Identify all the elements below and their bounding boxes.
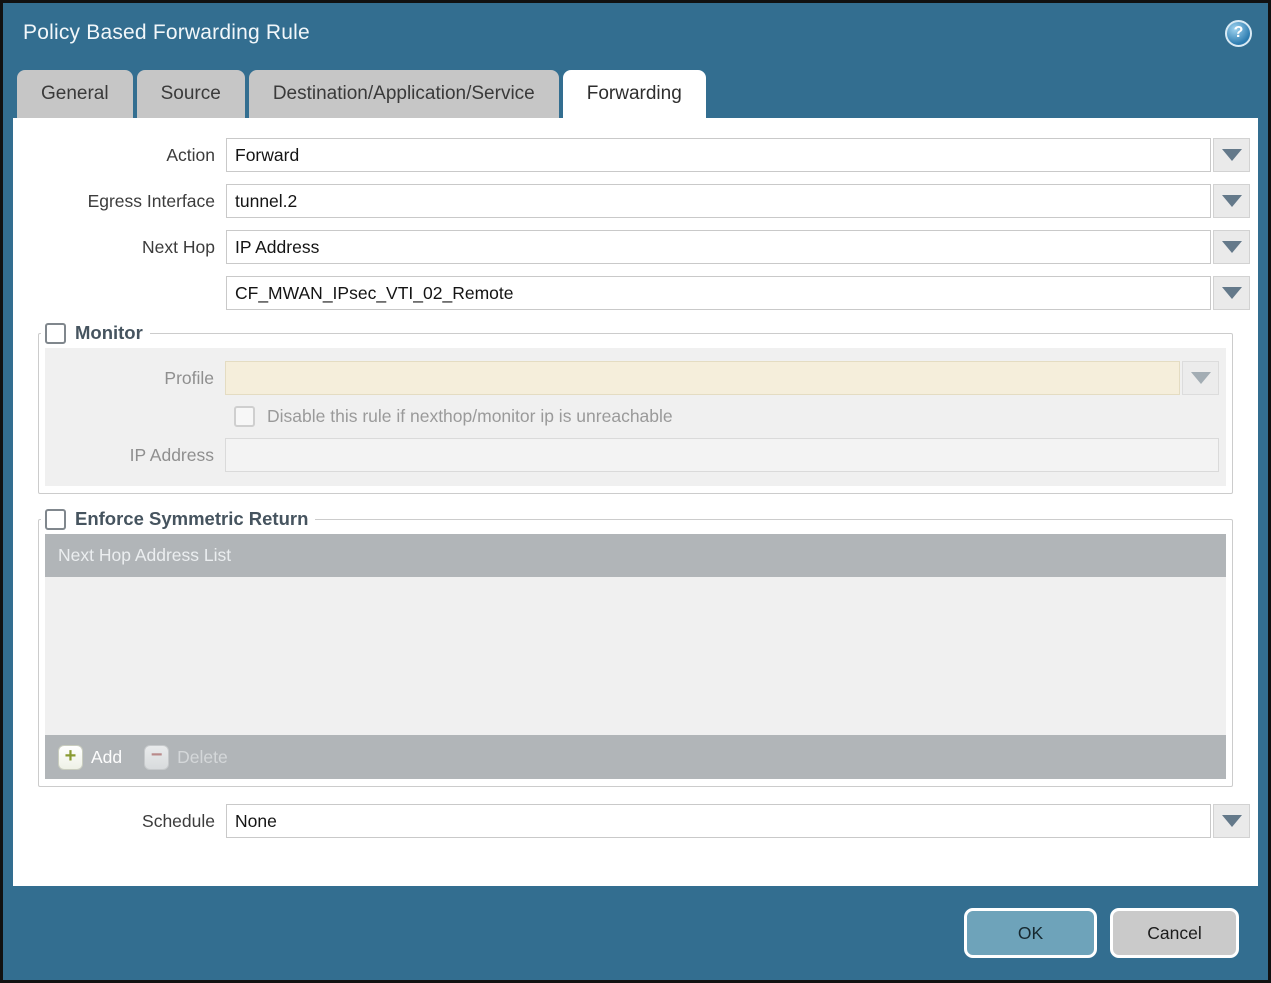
- monitor-ip-address-row: IP Address: [45, 438, 1226, 472]
- action-input[interactable]: [226, 138, 1211, 172]
- next-hop-address-row: [13, 276, 1250, 310]
- disable-rule-label: Disable this rule if nexthop/monitor ip …: [267, 406, 673, 427]
- profile-row: Profile: [45, 361, 1226, 395]
- schedule-label: Schedule: [13, 811, 226, 832]
- add-button[interactable]: + Add: [58, 745, 122, 770]
- next-hop-address-dropdown-button[interactable]: [1213, 276, 1250, 310]
- dialog-title: Policy Based Forwarding Rule: [23, 21, 1225, 45]
- egress-interface-input[interactable]: [226, 184, 1211, 218]
- chevron-down-icon: [1222, 149, 1242, 161]
- help-icon[interactable]: ?: [1225, 20, 1252, 47]
- tab-general[interactable]: General: [17, 70, 133, 118]
- next-hop-address-table: Next Hop Address List + Add − Delete: [45, 534, 1226, 779]
- profile-input: [225, 361, 1180, 395]
- next-hop-label: Next Hop: [13, 237, 226, 258]
- action-dropdown-button[interactable]: [1213, 138, 1250, 172]
- minus-icon: −: [144, 745, 169, 770]
- schedule-row: Schedule: [13, 804, 1250, 838]
- enforce-symmetric-return-fieldset: Enforce Symmetric Return Next Hop Addres…: [38, 508, 1233, 787]
- schedule-dropdown-button[interactable]: [1213, 804, 1250, 838]
- monitor-fieldset: Monitor Profile Disable this rule i: [38, 322, 1233, 494]
- monitor-panel: Profile Disable this rule if nexthop/mon…: [45, 348, 1226, 486]
- tabbar: General Source Destination/Application/S…: [3, 63, 1268, 118]
- action-label: Action: [13, 145, 226, 166]
- dialog-footer: OK Cancel: [3, 886, 1268, 980]
- chevron-down-icon: [1222, 287, 1242, 299]
- monitor-label: Monitor: [75, 322, 143, 344]
- disable-rule-checkbox: [234, 406, 255, 427]
- disable-rule-row: Disable this rule if nexthop/monitor ip …: [45, 406, 1226, 427]
- egress-interface-dropdown-button[interactable]: [1213, 184, 1250, 218]
- tab-destination-application-service[interactable]: Destination/Application/Service: [249, 70, 559, 118]
- monitor-legend: Monitor: [41, 322, 150, 344]
- tab-forwarding[interactable]: Forwarding: [563, 70, 706, 118]
- next-hop-address-table-body[interactable]: [45, 577, 1226, 735]
- egress-interface-row: Egress Interface: [13, 184, 1250, 218]
- delete-button: − Delete: [144, 745, 228, 770]
- monitor-checkbox[interactable]: [45, 323, 66, 344]
- next-hop-address-table-header: Next Hop Address List: [45, 534, 1226, 577]
- next-hop-type-input[interactable]: [226, 230, 1211, 264]
- chevron-down-icon: [1191, 372, 1211, 384]
- tab-source[interactable]: Source: [137, 70, 245, 118]
- chevron-down-icon: [1222, 815, 1242, 827]
- profile-dropdown-button: [1182, 361, 1219, 395]
- chevron-down-icon: [1222, 195, 1242, 207]
- egress-interface-label: Egress Interface: [13, 191, 226, 212]
- next-hop-address-table-footer: + Add − Delete: [45, 735, 1226, 779]
- dialog-titlebar: Policy Based Forwarding Rule ?: [3, 3, 1268, 63]
- schedule-input[interactable]: [226, 804, 1211, 838]
- next-hop-address-input[interactable]: [226, 276, 1211, 310]
- ok-button[interactable]: OK: [964, 908, 1097, 958]
- plus-icon: +: [58, 745, 83, 770]
- enforce-symmetric-return-legend: Enforce Symmetric Return: [41, 508, 315, 530]
- enforce-symmetric-return-checkbox[interactable]: [45, 509, 66, 530]
- chevron-down-icon: [1222, 241, 1242, 253]
- add-button-label: Add: [91, 747, 122, 768]
- cancel-button[interactable]: Cancel: [1110, 908, 1239, 958]
- tab-content-forwarding: Action Egress Interface Next Hop: [13, 118, 1258, 886]
- profile-label: Profile: [45, 368, 225, 389]
- pbf-rule-dialog: Policy Based Forwarding Rule ? General S…: [0, 0, 1271, 983]
- action-row: Action: [13, 138, 1250, 172]
- delete-button-label: Delete: [177, 747, 228, 768]
- next-hop-address-list-column-header: Next Hop Address List: [58, 545, 231, 566]
- next-hop-row: Next Hop: [13, 230, 1250, 264]
- monitor-ip-address-label: IP Address: [45, 445, 225, 466]
- next-hop-type-dropdown-button[interactable]: [1213, 230, 1250, 264]
- enforce-symmetric-return-label: Enforce Symmetric Return: [75, 508, 308, 530]
- monitor-ip-address-input: [225, 438, 1219, 472]
